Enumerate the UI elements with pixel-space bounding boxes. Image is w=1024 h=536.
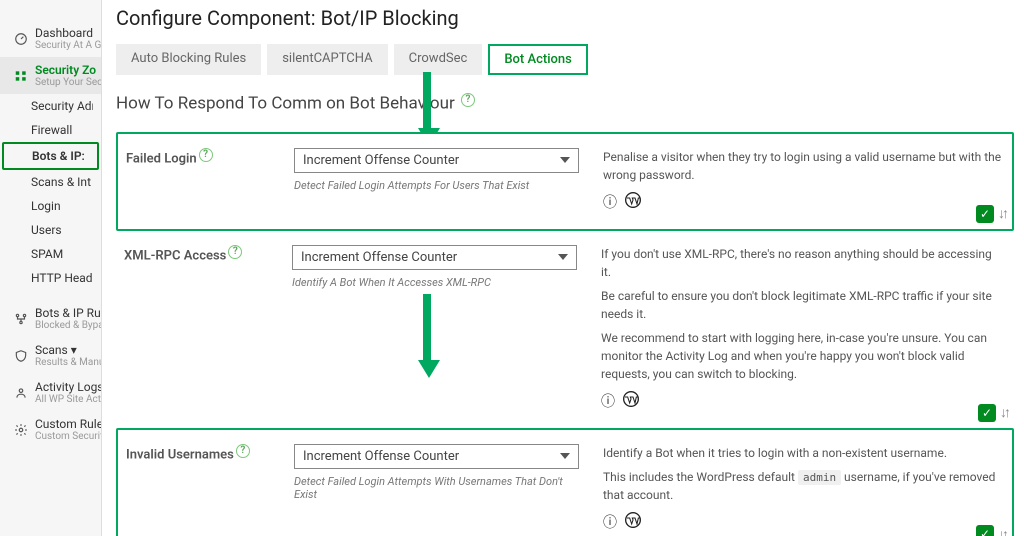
option-select[interactable]: Increment Offense Counter xyxy=(294,444,579,469)
option-corner-controls: ✓↓↑ xyxy=(978,404,1008,422)
sidebar-item-login[interactable]: Login xyxy=(0,194,101,218)
sidebar-item-security-admin[interactable]: Security Adı xyxy=(0,94,101,118)
sidebar-item-label: Login xyxy=(31,199,93,213)
help-icon[interactable]: ? xyxy=(199,148,213,162)
sidebar-item-spam[interactable]: SPAM xyxy=(0,242,101,266)
help-icon[interactable]: ? xyxy=(461,93,475,107)
sidebar-item-users[interactable]: Users xyxy=(0,218,101,242)
option-label: Invalid Usernames xyxy=(126,447,234,462)
wordpress-icon[interactable] xyxy=(623,391,639,414)
tabs: Auto Blocking Rules silentCAPTCHA CrowdS… xyxy=(116,44,1014,75)
sort-icon[interactable]: ↓↑ xyxy=(998,526,1006,536)
option-description: Penalise a visitor when they try to logi… xyxy=(603,148,1002,215)
sidebar-item-label: Bots & IP: xyxy=(32,149,89,163)
sidebar-item-label: Scans & Int xyxy=(31,175,93,189)
sidebar-item-label: Bots & IP Ru xyxy=(35,306,102,320)
sidebar-item-http-headers[interactable]: HTTP Heade xyxy=(0,266,101,290)
sidebar-item-label: Dashboard xyxy=(35,26,102,40)
option-corner-controls: ✓↓↑ xyxy=(976,205,1006,223)
sidebar-item-sub: All WP Site Activity xyxy=(35,394,102,405)
sidebar-item-sub: Custom Security R xyxy=(35,431,102,442)
tab-bot-actions[interactable]: Bot Actions xyxy=(488,44,588,75)
main-content: Configure Component: Bot/IP Blocking Aut… xyxy=(102,0,1024,536)
page-title: Configure Component: Bot/IP Blocking xyxy=(116,6,1014,30)
wordpress-icon[interactable] xyxy=(625,512,641,535)
sort-icon[interactable]: ↓↑ xyxy=(1000,404,1008,421)
option-label: Failed Login xyxy=(126,151,197,166)
sidebar-item-label: Custom Rule xyxy=(35,417,102,431)
info-icon[interactable]: ⓘ xyxy=(603,513,617,534)
option-caption: Detect Failed Login Attempts With Userna… xyxy=(294,475,579,501)
option-corner-controls: ✓ ↓↑ xyxy=(976,525,1006,536)
info-icon[interactable]: ⓘ xyxy=(601,392,615,413)
sidebar-item-label: Activity Logs xyxy=(35,380,102,394)
option-select[interactable]: Increment Offense Counter xyxy=(294,148,579,173)
sidebar-item-bots-ip-rules[interactable]: Bots & IP Ru Blocked & Bypass xyxy=(0,300,101,337)
sidebar-item-label: Firewall xyxy=(31,123,93,137)
help-icon[interactable]: ? xyxy=(228,245,242,259)
sidebar-item-label: Users xyxy=(31,223,93,237)
sidebar-item-firewall[interactable]: Firewall xyxy=(0,118,101,142)
option-row: Invalid Usernames? Increment Offense Coun… xyxy=(116,428,1014,536)
gear-icon xyxy=(13,423,29,437)
sidebar-item-label: Security Zo xyxy=(35,63,102,77)
option-row: XML-RPC Access? Increment Offense Counter… xyxy=(116,231,1014,428)
sidebar-item-label: HTTP Heade xyxy=(31,271,93,285)
sidebar: Dashboard Security At A Glan Security Zo… xyxy=(0,0,102,536)
shield-icon xyxy=(13,349,29,363)
sidebar-item-label: Security Adı xyxy=(31,99,93,113)
check-icon[interactable]: ✓ xyxy=(976,525,994,536)
person-icon xyxy=(13,386,29,400)
option-select[interactable]: Increment Offense Counter xyxy=(292,245,577,270)
sidebar-item-scans-intel[interactable]: Scans & Int xyxy=(0,170,101,194)
wordpress-icon[interactable] xyxy=(625,192,641,215)
sidebar-item-sub: Security At A Glan xyxy=(35,40,102,51)
code-chip: admin xyxy=(798,470,841,485)
sidebar-item-sub: Blocked & Bypass xyxy=(35,320,102,331)
sidebar-item-security-zones[interactable]: Security Zo Setup Your Securi xyxy=(0,57,101,94)
sidebar-item-sub: Setup Your Securi xyxy=(35,77,102,88)
option-description: Identify a Bot when it tries to login wi… xyxy=(603,444,1002,536)
info-icon[interactable]: ⓘ xyxy=(603,193,617,214)
sidebar-item-label: SPAM xyxy=(31,247,93,261)
network-icon xyxy=(13,312,29,326)
gauge-icon xyxy=(13,32,29,46)
section-heading: How To Respond To Comm on Bot Behaviour … xyxy=(116,93,475,114)
tab-crowdsec[interactable]: CrowdSec xyxy=(394,44,483,75)
option-caption: Identify A Bot When It Accesses XML-RPC xyxy=(292,276,577,289)
sidebar-item-activity-logs[interactable]: Activity Logs All WP Site Activity xyxy=(0,374,101,411)
sort-icon[interactable]: ↓↑ xyxy=(998,205,1006,222)
option-description: If you don't use XML-RPC, there's no rea… xyxy=(601,245,1004,414)
option-caption: Detect Failed Login Attempts For Users T… xyxy=(294,179,579,192)
option-label: XML-RPC Access xyxy=(124,248,226,263)
sidebar-item-sub: Results & Manua xyxy=(35,357,102,368)
sidebar-item-label: Scans ▾ xyxy=(35,343,102,357)
sidebar-item-bots-ips[interactable]: Bots & IP: xyxy=(2,142,99,170)
tab-auto-blocking[interactable]: Auto Blocking Rules xyxy=(116,44,261,75)
option-row: Failed Login? Increment Offense Counter De… xyxy=(116,132,1014,231)
check-icon[interactable]: ✓ xyxy=(978,404,996,422)
check-icon[interactable]: ✓ xyxy=(976,205,994,223)
sliders-icon xyxy=(13,69,29,83)
tab-silentcaptcha[interactable]: silentCAPTCHA xyxy=(267,44,387,75)
sidebar-item-custom-rules[interactable]: Custom Rule Custom Security R xyxy=(0,411,101,448)
help-icon[interactable]: ? xyxy=(236,444,250,458)
sidebar-item-scans[interactable]: Scans ▾ Results & Manua xyxy=(0,337,101,374)
sidebar-item-dashboard[interactable]: Dashboard Security At A Glan xyxy=(0,20,101,57)
